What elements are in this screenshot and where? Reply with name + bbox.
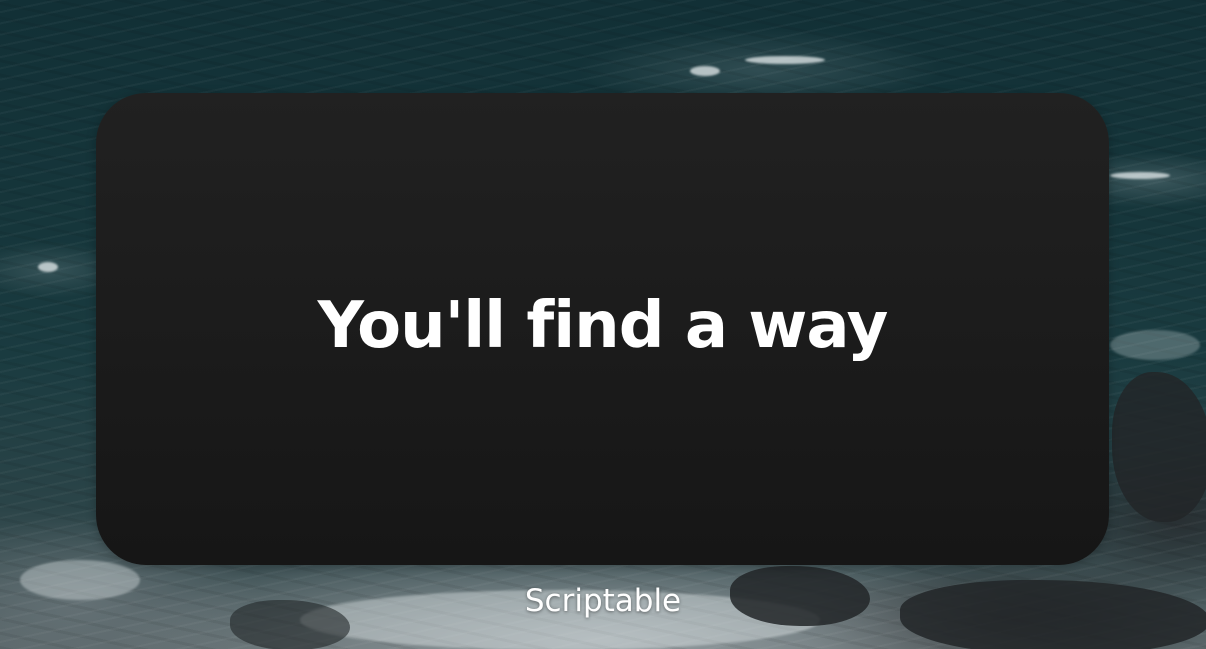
scriptable-widget[interactable]: You'll find a way bbox=[96, 93, 1109, 565]
wallpaper-foam bbox=[38, 262, 58, 272]
wallpaper-foam bbox=[1110, 330, 1200, 360]
wallpaper-foam bbox=[745, 56, 825, 64]
wallpaper-rock bbox=[1112, 372, 1206, 522]
wallpaper-foam bbox=[1110, 172, 1170, 179]
widget-app-label: Scriptable bbox=[524, 583, 682, 619]
widget-quote-text: You'll find a way bbox=[317, 289, 889, 363]
wallpaper-foam bbox=[690, 66, 720, 76]
